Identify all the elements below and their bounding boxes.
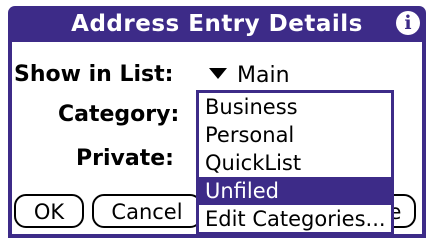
title-bar: Address Entry Details i (8, 6, 426, 42)
popup-item-unfiled[interactable]: Unfiled (199, 177, 391, 205)
dialog-title: Address Entry Details (71, 11, 363, 37)
category-label: Category: (58, 102, 180, 127)
show-in-list-label: Show in List: (14, 62, 174, 87)
show-in-list-trigger[interactable]: Main (209, 63, 290, 91)
cancel-button[interactable]: Cancel (92, 194, 202, 228)
address-entry-details-dialog: Address Entry Details i Show in List: Ma… (0, 0, 430, 240)
popup-item-personal[interactable]: Personal (199, 121, 391, 149)
info-icon[interactable]: i (396, 11, 420, 35)
private-label: Private: (76, 146, 174, 171)
popup-item-business[interactable]: Business (199, 93, 391, 121)
popup-item-quicklist[interactable]: QuickList (199, 149, 391, 177)
popup-item-edit-categories[interactable]: Edit Categories... (199, 205, 391, 233)
ok-button[interactable]: OK (14, 194, 84, 228)
show-in-list-value: Main (237, 63, 290, 88)
dropdown-arrow-icon (209, 68, 227, 79)
category-popup-list: Business Personal QuickList Unfiled Edit… (196, 90, 394, 235)
